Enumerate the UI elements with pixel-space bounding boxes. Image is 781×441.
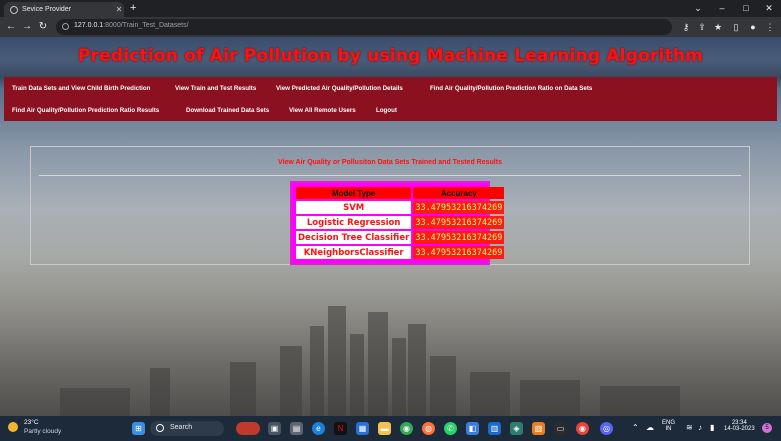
taskbar-app-icon-3[interactable]: ▨ (532, 422, 545, 435)
nav-view-remote-users[interactable]: View All Remote Users (289, 107, 356, 114)
model-type-cell: Logistic Regression (296, 216, 412, 229)
results-table: Model Type Accuracy SVM 33.4795321637426… (290, 181, 505, 265)
globe-icon (10, 5, 18, 14)
new-tab-button[interactable]: + (130, 2, 136, 15)
chrome-icon[interactable]: ◉ (400, 422, 413, 435)
clock-date: 14-03-2023 (724, 426, 755, 432)
battery-icon[interactable]: ▮ (710, 423, 714, 432)
taskbar-app-icon-1[interactable]: ◧ (466, 422, 479, 435)
results-panel-title: View Air Quality or Pollusiton Data Sets… (278, 159, 502, 166)
reload-icon[interactable]: ↻ (36, 20, 50, 34)
clock[interactable]: 23:34 14-03-2023 (724, 420, 755, 432)
tab-title: Sevice Provider (22, 6, 72, 13)
windows-start-icon[interactable]: ⊞ (132, 422, 145, 435)
back-icon[interactable]: ← (4, 20, 18, 34)
browser-tabstrip: Sevice Provider ✕ + ⌄ – □ ✕ (0, 0, 781, 17)
close-window-button[interactable]: ✕ (757, 0, 781, 17)
table-header-row: Model Type Accuracy (296, 187, 505, 199)
search-label: Search (170, 424, 193, 431)
netflix-icon[interactable]: N (334, 422, 347, 435)
accuracy-cell: 33.47953216374269 (413, 216, 505, 229)
table-row: SVM 33.47953216374269 (296, 201, 505, 214)
file-explorer-icon[interactable]: ▬ (378, 422, 391, 435)
forward-icon[interactable]: → (20, 20, 34, 34)
model-type-cell: Decision Tree Classifier (296, 231, 412, 244)
accuracy-cell: 33.47953216374269 (413, 246, 505, 259)
table-row: Decision Tree Classifier 33.479532163742… (296, 231, 505, 244)
model-type-cell: SVM (296, 201, 412, 214)
side-panel-icon[interactable]: ▯ (730, 21, 742, 33)
notification-badge[interactable]: 5 (762, 423, 772, 433)
divider (39, 175, 741, 176)
share-icon[interactable]: ⇪ (696, 21, 708, 33)
nav-train-datasets[interactable]: Train Data Sets and View Child Birth Pre… (12, 85, 150, 92)
edge-browser-icon[interactable]: e (312, 422, 325, 435)
taskbar-highlight-icon[interactable] (236, 422, 260, 435)
column-header-model-type: Model Type (296, 187, 412, 199)
search-icon (156, 424, 164, 432)
browser-tab[interactable]: Sevice Provider ✕ (4, 2, 124, 17)
task-view-icon[interactable]: ▣ (268, 422, 281, 435)
tab-search-icon[interactable]: ⌄ (686, 0, 710, 17)
language-secondary: IN (665, 426, 672, 432)
background-city-skyline (60, 306, 680, 416)
model-type-cell: KNeighborsClassifier (296, 246, 412, 259)
cloud-icon[interactable]: ☁ (646, 423, 654, 432)
firefox-icon[interactable]: ◍ (422, 422, 435, 435)
nav-prediction-ratio-results[interactable]: Find Air Quality/Pollution Prediction Ra… (12, 107, 159, 114)
table-row: KNeighborsClassifier 33.47953216374269 (296, 246, 505, 259)
whatsapp-icon[interactable]: ✆ (444, 422, 457, 435)
accuracy-cell: 33.47953216374269 (413, 231, 505, 244)
page-title: Prediction of Air Pollution by using Mac… (77, 46, 704, 66)
weather-temperature[interactable]: 23°C (24, 419, 39, 426)
browser-toolbar: ← → ↻ 127.0.0.1:8000/Train_Test_Datasets… (0, 17, 781, 37)
vscode-icon[interactable]: ◈ (510, 422, 523, 435)
address-bar[interactable]: 127.0.0.1:8000/Train_Test_Datasets/ (56, 19, 672, 35)
site-info-icon[interactable] (62, 23, 69, 30)
taskbar-app-icon-4[interactable]: ◎ (600, 422, 613, 435)
nav-view-predicted-air-quality[interactable]: View Predicted Air Quality/Pollution Det… (276, 85, 403, 92)
key-icon[interactable]: ⚷ (680, 21, 692, 33)
terminal-icon[interactable]: ▭ (554, 422, 567, 435)
nav-view-train-test-results[interactable]: View Train and Test Results (175, 85, 256, 92)
profile-avatar-icon[interactable]: ● (747, 21, 759, 33)
nav-download-trained-datasets[interactable]: Download Trained Data Sets (186, 107, 269, 114)
maximize-button[interactable]: □ (734, 0, 758, 17)
store-icon[interactable]: ▦ (356, 422, 369, 435)
windows-taskbar: 23°C Partly cloudy ⊞ Search ▣ ▤ e N ▦ ▬ … (0, 416, 781, 441)
url-text: 127.0.0.1:8000/Train_Test_Datasets/ (74, 22, 189, 29)
volume-icon[interactable]: ♪ (698, 423, 702, 432)
main-nav-bar: Train Data Sets and View Child Birth Pre… (4, 77, 777, 121)
widgets-icon[interactable]: ▤ (290, 422, 303, 435)
wifi-icon[interactable]: ≋ (686, 423, 693, 432)
close-tab-icon[interactable]: ✕ (114, 5, 124, 14)
nav-find-prediction-ratio[interactable]: Find Air Quality/Pollution Prediction Ra… (430, 85, 592, 92)
language-indicator[interactable]: ENG IN (662, 420, 675, 432)
table-row: Logistic Regression 33.47953216374269 (296, 216, 505, 229)
accuracy-cell: 33.47953216374269 (413, 201, 505, 214)
chrome-active-icon[interactable]: ◉ (576, 422, 589, 435)
nav-logout[interactable]: Logout (376, 107, 397, 114)
taskbar-app-icon-2[interactable]: ▥ (488, 422, 501, 435)
bookmark-star-icon[interactable]: ★ (712, 21, 724, 33)
minimize-button[interactable]: – (710, 0, 734, 17)
menu-kebab-icon[interactable]: ⋮ (764, 21, 776, 33)
hidden-icons-chevron-icon[interactable]: ⌃ (632, 423, 639, 432)
web-page: Prediction of Air Pollution by using Mac… (0, 37, 781, 416)
taskbar-search-box[interactable]: Search (150, 421, 224, 436)
column-header-accuracy: Accuracy (413, 187, 505, 199)
weather-sun-cloud-icon[interactable] (8, 422, 18, 432)
weather-description[interactable]: Partly cloudy (24, 428, 61, 435)
